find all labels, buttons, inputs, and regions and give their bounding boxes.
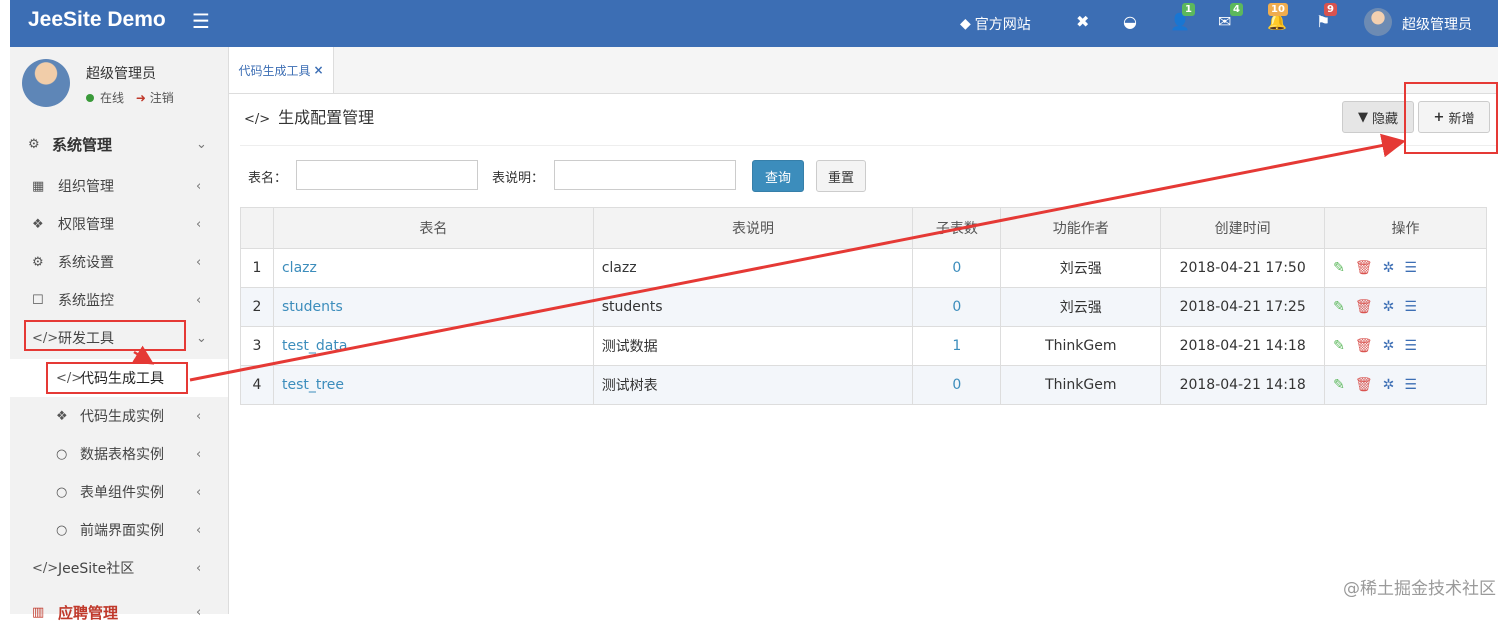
- annotation-arrows: [131, 133, 1406, 382]
- arrow-down: [131, 345, 155, 365]
- watermark: @稀土掘金技术社区: [1343, 579, 1496, 599]
- arrow-to-add: [189, 133, 1406, 382]
